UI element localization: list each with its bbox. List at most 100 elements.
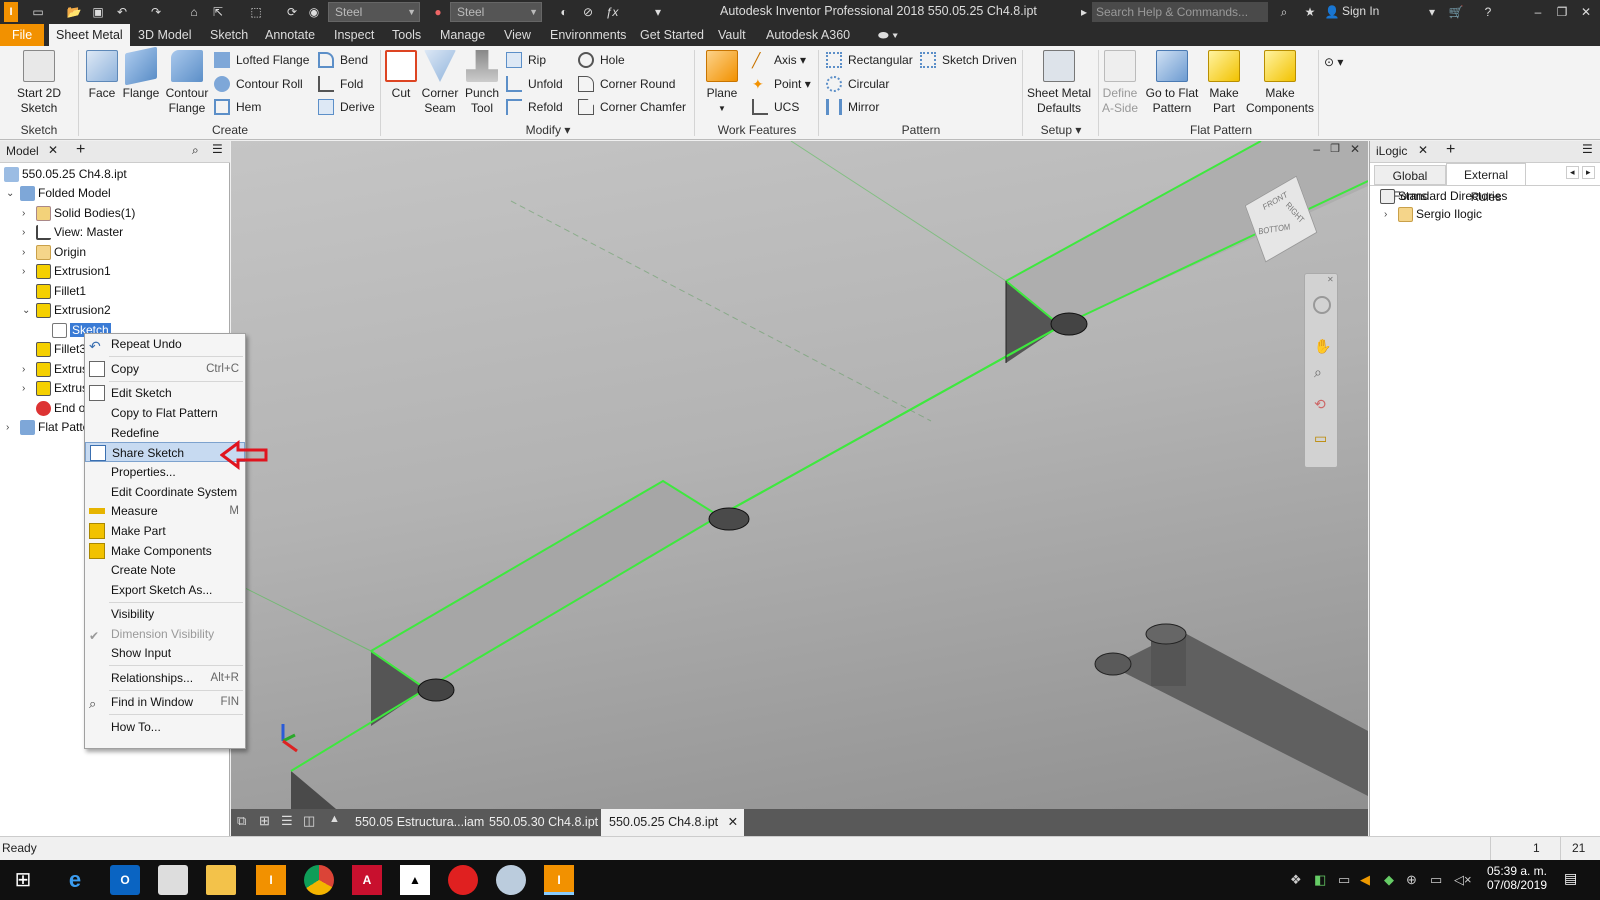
menu-how-to[interactable]: How To... (85, 717, 245, 737)
tab-environments[interactable]: Environments (546, 24, 630, 46)
tab-tools[interactable]: Tools (388, 24, 425, 46)
ucs-button[interactable]: UCS (752, 97, 799, 117)
expand-icon[interactable]: › (22, 379, 32, 398)
inventor-active-icon[interactable]: I (544, 865, 574, 895)
dropbox-icon[interactable]: ❖ (1290, 872, 1302, 888)
expand-icon[interactable]: › (22, 223, 32, 242)
tray-app-icon[interactable]: ◧ (1314, 872, 1326, 888)
chrome-icon[interactable] (304, 865, 334, 895)
tab-annotate[interactable]: Annotate (261, 24, 319, 46)
tile-icon[interactable]: ⊞ (259, 813, 270, 829)
search-go-icon[interactable]: ⌕ (1276, 4, 1292, 20)
menu-measure[interactable]: Measure M (85, 501, 245, 521)
mirror-button[interactable]: Mirror (826, 97, 879, 117)
ribbon-extra-dropdown[interactable]: ⊙ ▾ (1324, 52, 1343, 72)
tab-3d-model[interactable]: 3D Model (134, 24, 196, 46)
expand-icon[interactable]: › (1384, 205, 1394, 224)
expand-icon[interactable]: › (22, 204, 32, 223)
file-explorer-icon[interactable] (206, 865, 236, 895)
help-icon[interactable]: ? (1480, 4, 1496, 20)
minimize-icon[interactable]: – (1530, 4, 1546, 20)
tab-vault[interactable]: Vault (714, 24, 750, 46)
internet-explorer-icon[interactable]: e (60, 865, 90, 895)
sketch-driven-pattern-button[interactable]: Sketch Driven (920, 50, 1017, 70)
tray-network-icon[interactable]: ⊕ (1406, 872, 1417, 888)
clock[interactable]: 05:39 a. m. 07/08/2019 (1482, 864, 1552, 892)
steering-wheel-icon[interactable] (1313, 296, 1331, 314)
expand-icon[interactable]: › (22, 243, 32, 262)
tab-autodesk-a360[interactable]: Autodesk A360 (762, 24, 854, 46)
group-label-modify[interactable]: Modify ▾ (508, 123, 588, 137)
menu-edit-sketch[interactable]: Edit Sketch (85, 383, 245, 403)
corner-seam-button[interactable]: Corner Seam (420, 50, 460, 116)
flange-button[interactable]: Flange (120, 46, 162, 101)
corner-chamfer-button[interactable]: Corner Chamfer (578, 97, 686, 117)
collapse-icon[interactable]: ⌄ (6, 184, 16, 203)
axis-button[interactable]: ╱ Axis ▾ (752, 50, 806, 70)
ilogic-title[interactable]: iLogic (1376, 144, 1407, 158)
contour-roll-button[interactable]: Contour Roll (214, 74, 303, 94)
inventor-icon[interactable]: I (256, 865, 286, 895)
app-logo-icon[interactable]: I (4, 2, 18, 22)
tab-external-rules[interactable]: External Rules (1446, 163, 1526, 204)
menu-relationships[interactable]: Relationships... Alt+R (85, 668, 245, 688)
tray-speaker-icon[interactable]: ◁× (1454, 872, 1472, 888)
viewport-minimize-icon[interactable]: – (1313, 142, 1320, 156)
redo-icon[interactable]: ↷ (148, 4, 164, 20)
plane-button[interactable]: Plane ▼ (702, 50, 742, 116)
return-icon[interactable]: ⇱ (210, 4, 226, 20)
lofted-flange-button[interactable]: Lofted Flange (214, 50, 309, 70)
browser-menu-icon[interactable]: ☰ (212, 142, 223, 156)
tab-sketch[interactable]: Sketch (206, 24, 252, 46)
tree-fillet1[interactable]: Fillet1 (36, 282, 86, 301)
weibo-icon[interactable] (448, 865, 478, 895)
signin-dropdown-icon[interactable]: ▾ (1424, 4, 1440, 20)
browser-search-icon[interactable]: ⌕ (192, 143, 199, 158)
hole-button[interactable]: Hole (578, 50, 625, 70)
customize-icon[interactable]: ▾ (650, 4, 666, 20)
close-ilogic-icon[interactable]: ✕ (1418, 143, 1428, 157)
make-part-button[interactable]: Make Part (1206, 50, 1242, 116)
tree-extrusion2[interactable]: ⌄ Extrusion2 (22, 301, 111, 320)
menu-make-components[interactable]: Make Components (85, 541, 245, 561)
fx-icon[interactable]: ƒx (604, 4, 620, 20)
expand-icon[interactable]: › (22, 360, 32, 379)
tab-sheet-metal[interactable]: Sheet Metal (49, 24, 130, 46)
graphics-viewport[interactable]: – ❐ ✕ FRONT RIGHT BOTTOM ✕ ✋ ⌕ ⟲ ▭ (231, 141, 1368, 809)
go-to-flat-pattern-button[interactable]: Go to Flat Pattern (1140, 50, 1204, 116)
tree-flat-pattern[interactable]: › Flat Patte (6, 418, 89, 437)
face-button[interactable]: Face (84, 50, 120, 101)
search-expand-icon[interactable]: ▸ (1076, 4, 1092, 20)
tree-root[interactable]: 550.05.25 Ch4.8.ipt (4, 165, 127, 184)
add-panel-icon[interactable]: + (1446, 141, 1455, 159)
cut-button[interactable]: Cut (384, 50, 418, 101)
contour-flange-button[interactable]: Contour Flange (162, 50, 212, 116)
menu-find-in-window[interactable]: ⌕ Find in Window FIN (85, 692, 245, 712)
define-a-side-button[interactable]: Define A-Side (1100, 50, 1140, 116)
save-icon[interactable]: ▣ (90, 4, 106, 20)
sheet-metal-defaults-button[interactable]: Sheet Metal Defaults (1024, 50, 1094, 116)
menu-show-input[interactable]: Show Input (85, 643, 245, 663)
tree-end-of-part[interactable]: End of (36, 399, 89, 418)
material-select[interactable]: Steel ▼ (328, 2, 420, 22)
tab-global-forms[interactable]: Global Forms (1374, 165, 1446, 203)
close-window-icon[interactable]: ✕ (1578, 4, 1594, 20)
punch-tool-button[interactable]: Punch Tool (462, 50, 502, 116)
refold-button[interactable]: Refold (506, 97, 563, 117)
update-icon[interactable]: ⟳ (284, 4, 300, 20)
tree-fillet3[interactable]: Fillet3 (36, 340, 86, 359)
select-icon[interactable]: ⬚ (248, 4, 264, 20)
photos-icon[interactable]: ▲ (400, 865, 430, 895)
tree-view-master[interactable]: › View: Master (22, 223, 123, 242)
menu-make-part[interactable]: Make Part (85, 521, 245, 541)
tab-inspect[interactable]: Inspect (330, 24, 378, 46)
collapse-icon[interactable]: ⌄ (22, 301, 32, 320)
cascade-icon[interactable]: ⧉ (237, 813, 246, 829)
close-browser-icon[interactable]: ✕ (48, 143, 58, 157)
derive-button[interactable]: Derive (318, 97, 375, 117)
windows-start-icon[interactable]: ⊞ (8, 865, 38, 895)
expand-icon[interactable]: › (22, 262, 32, 281)
hem-button[interactable]: Hem (214, 97, 261, 117)
menu-repeat-undo[interactable]: ↶ Repeat Undo (85, 334, 245, 354)
tray-security-icon[interactable]: ◆ (1384, 872, 1394, 888)
